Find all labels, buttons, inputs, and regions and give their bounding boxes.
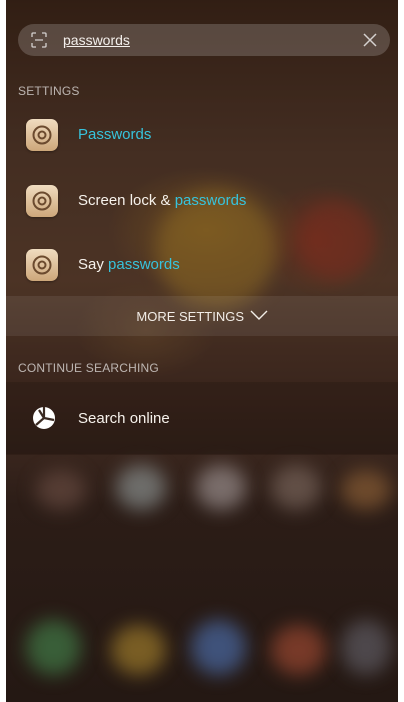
background-blur (196, 465, 246, 510)
result-passwords[interactable]: Passwords (6, 107, 398, 163)
close-icon[interactable] (362, 32, 378, 48)
settings-gear-icon (26, 249, 58, 281)
background-blur (116, 465, 166, 510)
continue-searching-header: CONTINUE SEARCHING (18, 361, 159, 375)
search-online-button[interactable]: Search online (6, 382, 398, 454)
background-blur (36, 470, 86, 510)
settings-section-header: SETTINGS (18, 84, 80, 98)
result-label: Passwords (78, 126, 152, 143)
chevron-down-icon (250, 310, 268, 320)
background-blur (191, 620, 246, 675)
result-label: Say passwords (78, 256, 180, 273)
result-label: Screen lock & passwords (78, 192, 247, 209)
background-blur (111, 625, 166, 675)
settings-gear-icon (26, 185, 58, 217)
background-blur (26, 620, 81, 675)
background-blur (341, 470, 391, 510)
result-screen-lock-passwords[interactable]: Screen lock & passwords (6, 173, 398, 229)
search-input[interactable]: passwords (63, 32, 130, 48)
scan-icon[interactable] (31, 32, 47, 48)
result-say-passwords[interactable]: Say passwords (6, 237, 398, 293)
more-settings-button[interactable]: MORE SETTINGS (6, 296, 398, 336)
background-blur (271, 465, 321, 510)
background-blur (341, 620, 391, 675)
more-settings-label: MORE SETTINGS (6, 309, 398, 324)
background-blur (271, 625, 326, 675)
search-bar[interactable]: passwords (18, 24, 390, 56)
search-screen: passwords SETTINGS Passwords Screen lock… (6, 0, 398, 702)
settings-gear-icon (26, 119, 58, 151)
search-online-label: Search online (78, 410, 170, 427)
globe-icon (33, 407, 55, 429)
